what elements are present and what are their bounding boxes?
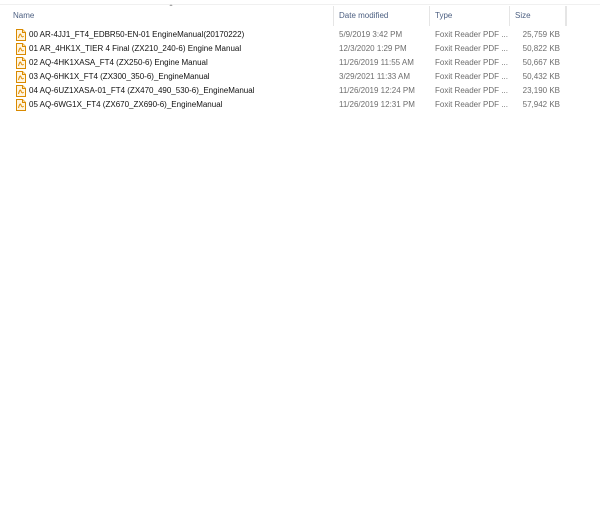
file-list: 00 AR-4JJ1_FT4_EDBR50-EN-01 EngineManual… <box>0 28 566 112</box>
file-date-modified: 11/26/2019 12:31 PM <box>339 100 415 109</box>
file-size: 57,942 KB <box>522 100 560 109</box>
column-header-type[interactable]: Type <box>430 6 510 26</box>
file-date-modified: 5/9/2019 3:42 PM <box>339 30 403 39</box>
pdf-file-icon <box>16 71 26 83</box>
file-size: 50,432 KB <box>522 72 560 81</box>
file-type: Foxit Reader PDF ... <box>435 58 508 67</box>
file-date-modified: 11/26/2019 12:24 PM <box>339 86 415 95</box>
file-name: 02 AQ-4HK1XASA_FT4 (ZX250-6) Engine Manu… <box>29 58 208 67</box>
file-explorer-window: Name Date modified Type Size 00 AR-4JJ1_… <box>0 0 600 528</box>
pdf-file-icon <box>16 85 26 97</box>
file-type: Foxit Reader PDF ... <box>435 44 508 53</box>
file-size: 50,667 KB <box>522 58 560 67</box>
file-name: 04 AQ-6UZ1XASA-01_FT4 (ZX470_490_530-6)_… <box>29 86 255 95</box>
pdf-file-icon <box>16 29 26 41</box>
file-date-modified: 11/26/2019 11:55 AM <box>339 58 414 67</box>
file-name: 05 AQ-6WG1X_FT4 (ZX670_ZX690-6)_EngineMa… <box>29 100 223 109</box>
header-divider <box>566 6 567 26</box>
file-size: 25,759 KB <box>522 30 560 39</box>
file-date-modified: 12/3/2020 1:29 PM <box>339 44 407 53</box>
column-header-name[interactable]: Name <box>8 6 334 26</box>
pdf-file-icon <box>16 57 26 69</box>
file-size: 23,190 KB <box>522 86 560 95</box>
column-header-date-modified[interactable]: Date modified <box>334 6 430 26</box>
file-type: Foxit Reader PDF ... <box>435 100 508 109</box>
file-type: Foxit Reader PDF ... <box>435 86 508 95</box>
file-size: 50,822 KB <box>522 44 560 53</box>
column-header: Name Date modified Type Size <box>0 6 566 26</box>
file-name: 03 AQ-6HK1X_FT4 (ZX300_350-6)_EngineManu… <box>29 72 210 81</box>
file-name: 01 AR_4HK1X_TIER 4 Final (ZX210_240-6) E… <box>29 44 242 53</box>
file-row[interactable]: 02 AQ-4HK1XASA_FT4 (ZX250-6) Engine Manu… <box>0 56 566 70</box>
file-type: Foxit Reader PDF ... <box>435 72 508 81</box>
file-row[interactable]: 01 AR_4HK1X_TIER 4 Final (ZX210_240-6) E… <box>0 42 566 56</box>
file-row[interactable]: 00 AR-4JJ1_FT4_EDBR50-EN-01 EngineManual… <box>0 28 566 42</box>
column-header-size[interactable]: Size <box>510 6 566 26</box>
top-edge <box>0 0 600 5</box>
file-row[interactable]: 03 AQ-6HK1X_FT4 (ZX300_350-6)_EngineManu… <box>0 70 566 84</box>
pdf-file-icon <box>16 43 26 55</box>
file-row[interactable]: 05 AQ-6WG1X_FT4 (ZX670_ZX690-6)_EngineMa… <box>0 98 566 112</box>
file-row[interactable]: 04 AQ-6UZ1XASA-01_FT4 (ZX470_490_530-6)_… <box>0 84 566 98</box>
file-name: 00 AR-4JJ1_FT4_EDBR50-EN-01 EngineManual… <box>29 30 245 39</box>
pdf-file-icon <box>16 99 26 111</box>
file-type: Foxit Reader PDF ... <box>435 30 508 39</box>
file-date-modified: 3/29/2021 11:33 AM <box>339 72 411 81</box>
